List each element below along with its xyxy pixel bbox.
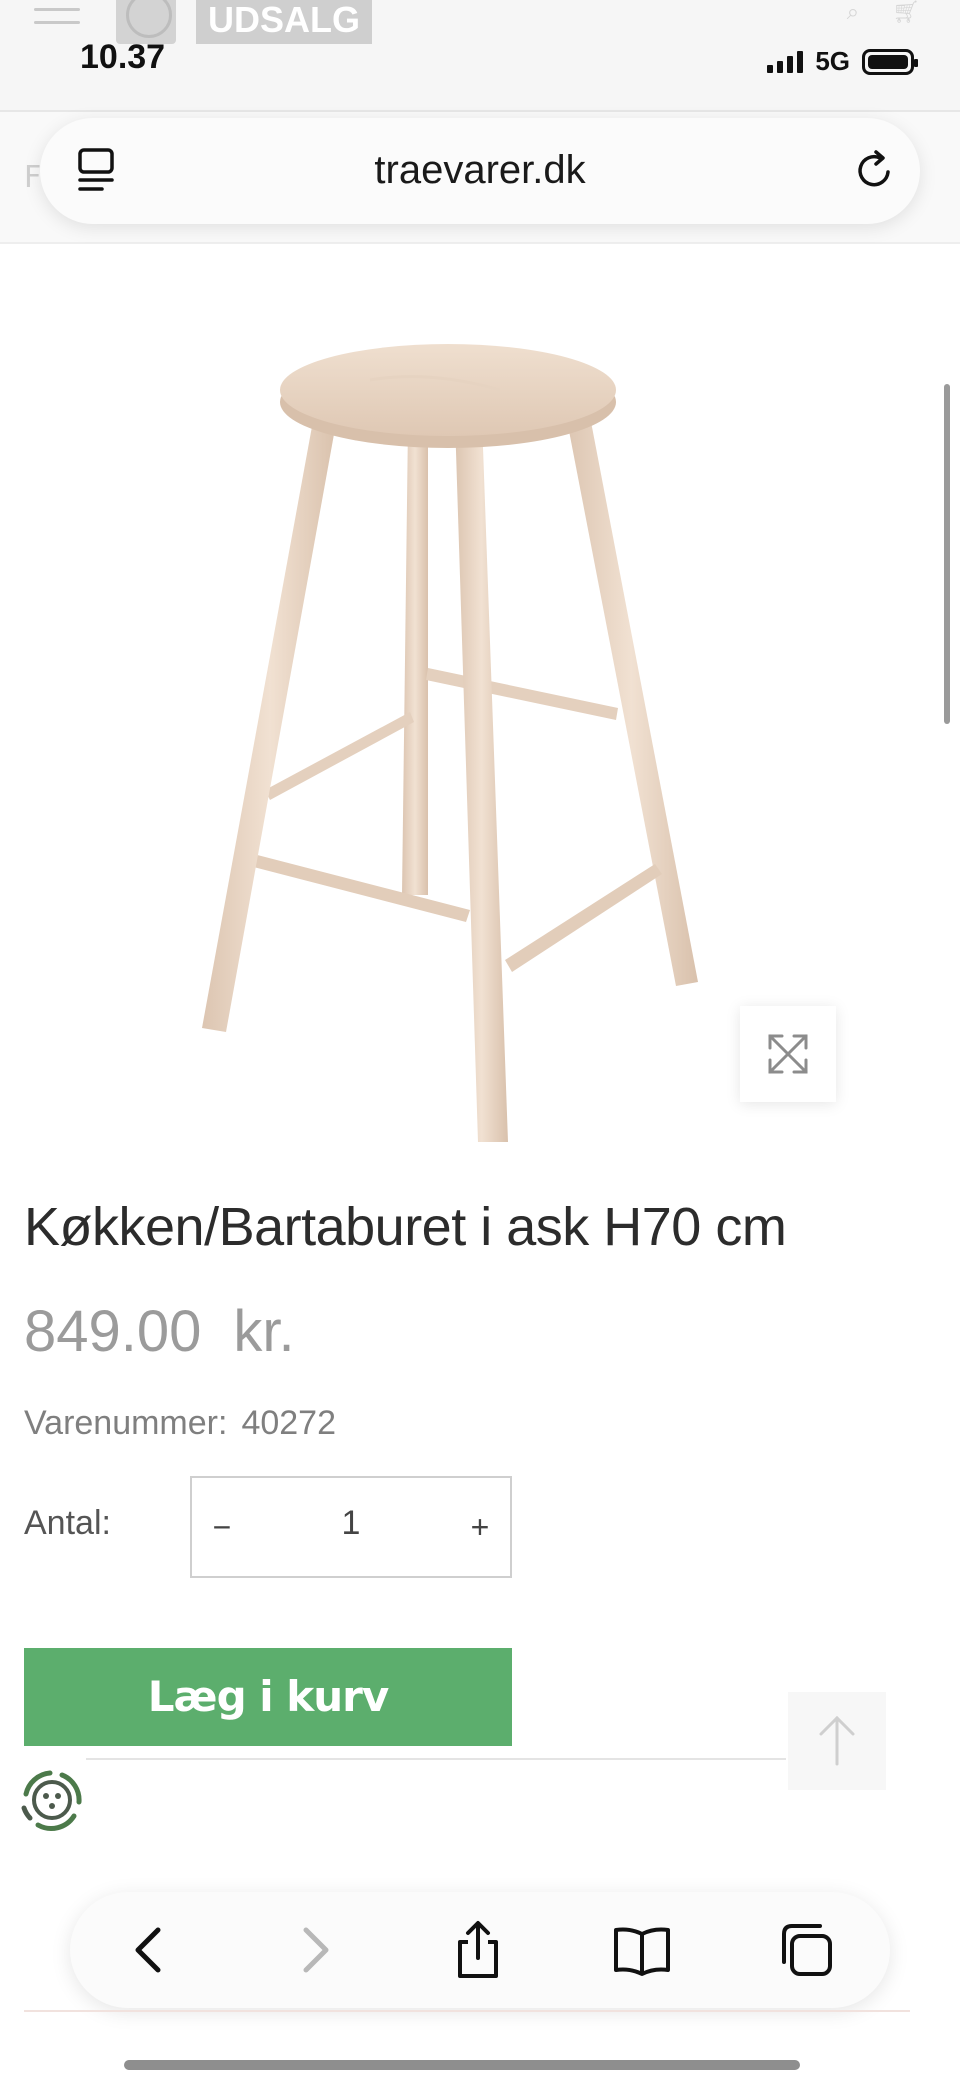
url-text[interactable]: traevarer.dk <box>40 148 920 193</box>
quantity-input[interactable]: 1 <box>262 1504 440 1543</box>
network-type: 5G <box>815 46 850 76</box>
quantity-stepper: − 1 + <box>190 1476 512 1578</box>
divider <box>86 1758 786 1760</box>
battery-icon <box>862 48 918 75</box>
scroll-to-top-button[interactable] <box>788 1692 886 1790</box>
sku-label: Varenummer: <box>24 1404 228 1442</box>
browser-toolbar <box>70 1892 890 2008</box>
expand-icon <box>768 1034 808 1074</box>
menu-icon[interactable] <box>34 8 80 32</box>
price-currency: kr. <box>233 1299 295 1364</box>
share-icon[interactable] <box>446 1918 510 1982</box>
sale-badge[interactable]: UDSALG <box>196 0 372 44</box>
home-indicator[interactable] <box>124 2060 800 2070</box>
search-icon[interactable]: ⌕ <box>847 0 859 25</box>
quantity-increase-button[interactable]: + <box>450 1502 510 1552</box>
divider <box>24 2010 910 2012</box>
sku-value: 40272 <box>241 1404 336 1442</box>
product-image[interactable] <box>170 310 730 1150</box>
chevron-right-icon[interactable] <box>282 1918 346 1982</box>
price-amount: 849.00 <box>24 1299 202 1364</box>
quantity-label: Antal: <box>24 1504 111 1542</box>
status-indicators: 5G <box>767 46 918 77</box>
product-price: 849.00 kr. <box>24 1298 295 1365</box>
address-bar[interactable]: traevarer.dk <box>40 118 920 224</box>
expand-button[interactable] <box>740 1006 836 1102</box>
recycle-badge-icon[interactable] <box>16 1764 88 1836</box>
divider <box>0 242 960 244</box>
ghost-text: F <box>24 160 42 195</box>
signal-icon <box>767 50 804 73</box>
tabs-icon[interactable] <box>774 1918 838 1982</box>
cart-icon[interactable]: 🛒︎ <box>892 0 920 25</box>
product-page: UDSALG ⌕ 🛒︎ 10.37 5G F traevarer.dk Køkk… <box>0 0 960 2078</box>
reload-icon[interactable] <box>850 146 898 194</box>
status-time: 10.37 <box>80 38 166 76</box>
book-icon[interactable] <box>610 1918 674 1982</box>
quantity-decrease-button[interactable]: − <box>192 1502 252 1552</box>
scroll-indicator[interactable] <box>944 384 950 724</box>
header-actions: ⌕ 🛒︎ <box>821 0 920 25</box>
add-to-cart-button[interactable]: Læg i kurv <box>24 1648 512 1746</box>
sku-row: Varenummer: 40272 <box>24 1404 336 1443</box>
arrow-up-icon <box>819 1715 855 1766</box>
product-title: Køkken/Bartaburet i ask H70 cm <box>24 1197 787 1257</box>
chevron-left-icon[interactable] <box>118 1918 182 1982</box>
